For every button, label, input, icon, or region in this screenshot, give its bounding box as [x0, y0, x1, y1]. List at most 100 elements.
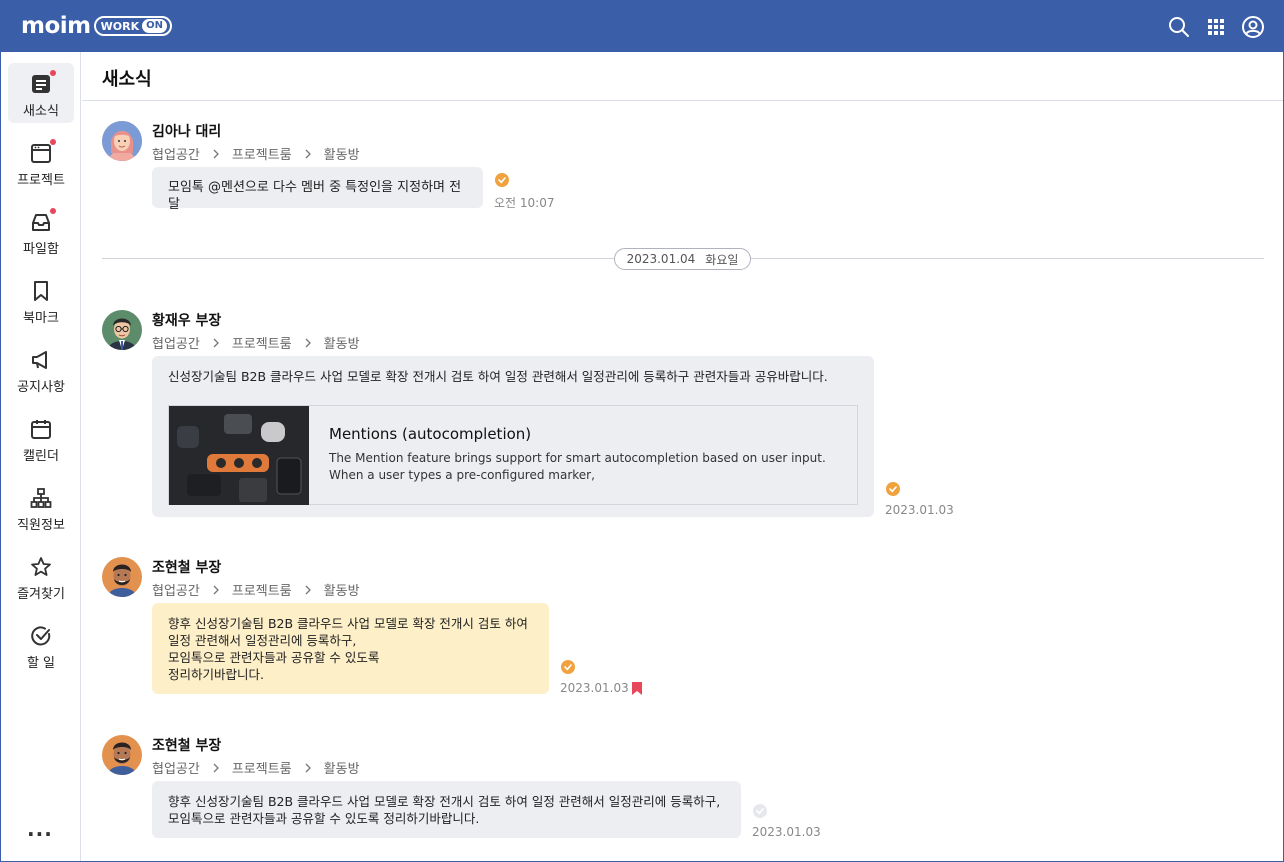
message-text-line: 모임톡으로 관련자들과 공유할 수 있도록 [168, 650, 380, 665]
breadcrumb-item[interactable]: 활동방 [324, 333, 360, 352]
chevron-right-icon [213, 763, 219, 772]
message-text-line: 향후 신성장기술팀 B2B 클라우드 사업 모델로 확장 전개시 검토 하여 [168, 616, 528, 631]
date-separator: 2023.01.04 화요일 [614, 248, 751, 270]
sender-name[interactable]: 조현철 부장 [152, 557, 221, 577]
message-bubble[interactable]: 모임톡 @멘션으로 다수 멤버 중 특정인을 지정하며 전달 [152, 167, 483, 212]
read-check-icon [886, 482, 900, 496]
breadcrumb-item[interactable]: 활동방 [324, 758, 360, 777]
sidebar-item-label: 직원정보 [17, 518, 65, 533]
sender-name[interactable]: 조현철 부장 [152, 735, 221, 755]
chevron-right-icon [305, 585, 311, 594]
logo-badge-work: WORK [100, 19, 140, 33]
sidebar-item-bookmark[interactable]: 북마크 [8, 270, 74, 330]
breadcrumb-item[interactable]: 협업공간 [152, 580, 200, 599]
sender-name[interactable]: 황재우 부장 [152, 310, 221, 330]
avatar[interactable] [102, 735, 142, 775]
chevron-right-icon [213, 149, 219, 158]
link-preview-title: Mentions (autocompletion) [329, 425, 532, 443]
org-chart-icon [30, 488, 52, 508]
unread-dot [50, 70, 56, 76]
avatar[interactable] [102, 310, 142, 350]
app-window: moim WORK ON 새소식 프로젝트 파일함 북마크 공지사항 캘린더 직… [0, 0, 1284, 862]
breadcrumb-item[interactable]: 프로젝트룸 [232, 580, 292, 599]
date-separator-date: 2023.01.04 [626, 252, 696, 266]
unread-check-icon [753, 804, 767, 818]
megaphone-icon [32, 351, 47, 369]
read-check-icon [495, 173, 509, 187]
read-check-icon [561, 660, 575, 674]
breadcrumb-item[interactable]: 활동방 [324, 144, 360, 163]
apps-grid-icon[interactable] [1204, 15, 1228, 39]
search-icon[interactable] [1167, 15, 1191, 39]
link-preview-card[interactable]: Mentions (autocompletion) The Mention fe… [168, 405, 858, 505]
calendar-icon [31, 420, 51, 439]
sidebar-item-label: 즐겨찾기 [17, 587, 65, 602]
chevron-right-icon [305, 338, 311, 347]
message-time: 2023.01.03 [885, 503, 954, 517]
sidebar-item-label: 프로젝트 [17, 173, 65, 188]
message-bubble[interactable]: 향후 신성장기술팀 B2B 클라우드 사업 모델로 확장 전개시 검토 하여 일… [152, 781, 741, 838]
project-icon [31, 144, 51, 163]
sidebar-item-notice[interactable]: 공지사항 [8, 339, 74, 399]
header-divider [82, 100, 1283, 101]
sidebar-item-label: 공지사항 [17, 380, 65, 395]
sender-name[interactable]: 김아나 대리 [152, 121, 221, 141]
sidebar-item-files[interactable]: 파일함 [8, 201, 74, 261]
message-text-line: 일정 관련해서 일정관리에 등록하구, [168, 633, 357, 648]
breadcrumb-item[interactable]: 협업공간 [152, 333, 200, 352]
bookmark-icon [34, 281, 48, 301]
avatar[interactable] [102, 121, 142, 161]
chevron-right-icon [305, 763, 311, 772]
user-account-icon[interactable] [1241, 15, 1265, 39]
unread-dot [50, 208, 56, 214]
sidebar-item-label: 북마크 [23, 311, 59, 326]
chevron-right-icon [305, 149, 311, 158]
sidebar-item-staff[interactable]: 직원정보 [8, 477, 74, 537]
breadcrumb: 협업공간 프로젝트룸 활동방 [152, 580, 360, 599]
breadcrumb-item[interactable]: 프로젝트룸 [232, 333, 292, 352]
chevron-right-icon [213, 585, 219, 594]
message-text: 모임톡 @멘션으로 다수 멤버 중 특정인을 지정하며 전달 [168, 180, 462, 212]
chevron-right-icon [213, 338, 219, 347]
breadcrumb-item[interactable]: 프로젝트룸 [232, 758, 292, 777]
sidebar-item-label: 할 일 [26, 656, 56, 671]
sidebar-item-label: 새소식 [23, 104, 59, 119]
message-time: 오전 10:07 [494, 196, 555, 210]
avatar[interactable] [102, 557, 142, 597]
sidebar-item-project[interactable]: 프로젝트 [8, 132, 74, 192]
link-preview-image [169, 406, 309, 505]
more-menu-button[interactable]: ... [27, 817, 53, 841]
breadcrumb: 협업공간 프로젝트룸 활동방 [152, 144, 360, 163]
unread-dot [50, 139, 56, 145]
message-time: 2023.01.03 [752, 825, 821, 839]
top-bar: moim WORK ON [1, 1, 1283, 52]
breadcrumb: 협업공간 프로젝트룸 활동방 [152, 333, 360, 352]
inbox-icon [32, 214, 50, 231]
breadcrumb: 협업공간 프로젝트룸 활동방 [152, 758, 360, 777]
app-logo[interactable]: moim WORK ON [21, 13, 172, 39]
link-preview-description: The Mention feature brings support for s… [329, 451, 826, 482]
page-title: 새소식 [102, 69, 152, 90]
check-circle-icon [31, 626, 51, 646]
breadcrumb-item[interactable]: 협업공간 [152, 144, 200, 163]
sidebar-item-news[interactable]: 새소식 [8, 63, 74, 123]
news-icon [32, 75, 50, 93]
date-separator-weekday: 화요일 [705, 252, 739, 267]
sidebar-item-label: 파일함 [23, 242, 59, 257]
logo-badge: WORK ON [93, 16, 172, 36]
message-bubble[interactable]: 향후 신성장기술팀 B2B 클라우드 사업 모델로 확장 전개시 검토 하여 일… [152, 603, 549, 694]
breadcrumb-item[interactable]: 활동방 [324, 580, 360, 599]
breadcrumb-item[interactable]: 협업공간 [152, 758, 200, 777]
star-icon [31, 557, 51, 576]
sidebar-item-favorites[interactable]: 즐겨찾기 [8, 546, 74, 606]
bookmark-flag-icon[interactable] [632, 682, 642, 695]
logo-badge-on: ON [142, 19, 167, 33]
message-text: 신성장기술팀 B2B 클라우드 사업 모델로 확장 전개시 검토 하여 일정 관… [168, 369, 828, 384]
message-text-line: 정리하기바랍니다. [168, 667, 264, 682]
sidebar-item-calendar[interactable]: 캘린더 [8, 408, 74, 468]
message-text-line: 모임톡으로 관련자들과 공유할 수 있도록 정리하기바랍니다. [168, 811, 480, 826]
breadcrumb-item[interactable]: 프로젝트룸 [232, 144, 292, 163]
message-time: 2023.01.03 [560, 681, 629, 695]
sidebar: 새소식 프로젝트 파일함 북마크 공지사항 캘린더 직원정보 즐겨찾기 할 일 … [1, 52, 81, 861]
sidebar-item-todo[interactable]: 할 일 [8, 615, 74, 675]
